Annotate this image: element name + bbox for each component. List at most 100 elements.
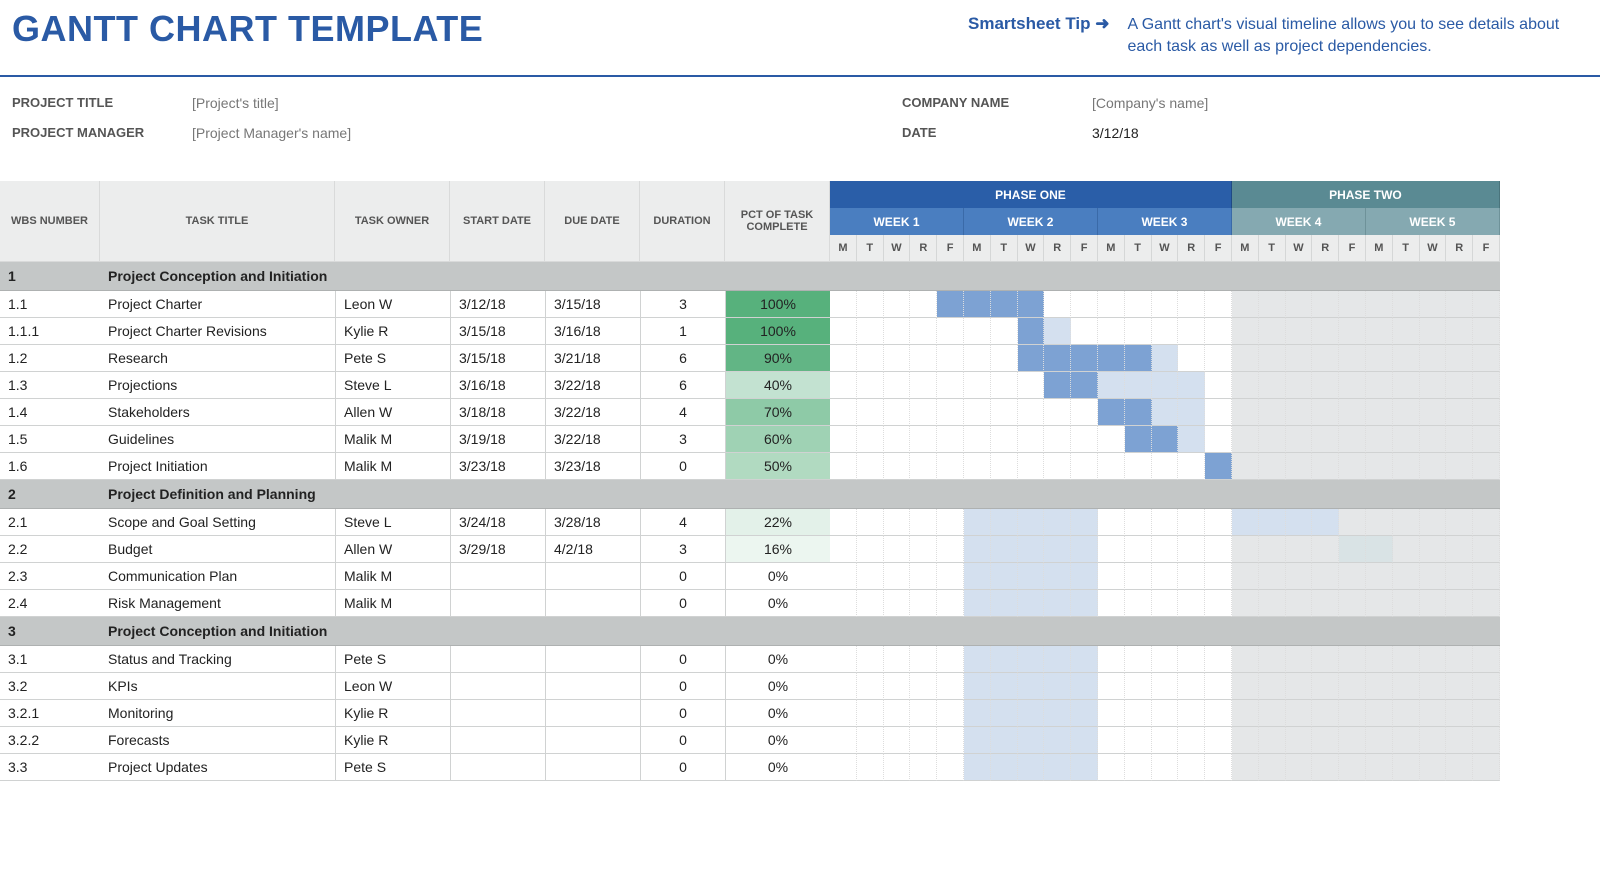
gantt-cell[interactable] (1420, 646, 1447, 673)
gantt-cell[interactable] (830, 754, 857, 781)
gantt-cell[interactable] (1044, 673, 1071, 700)
gantt-cell[interactable] (1339, 727, 1366, 754)
task-start[interactable] (450, 754, 545, 781)
gantt-cell[interactable] (884, 590, 911, 617)
gantt-cell[interactable] (857, 646, 884, 673)
gantt-cell[interactable] (1152, 318, 1179, 345)
task-duration[interactable]: 4 (640, 399, 725, 426)
gantt-cell[interactable] (1339, 318, 1366, 345)
gantt-cell[interactable] (937, 646, 964, 673)
gantt-cell[interactable] (1178, 727, 1205, 754)
date-value[interactable]: 3/12/18 (1092, 125, 1588, 141)
gantt-cell[interactable] (1473, 646, 1500, 673)
gantt-cell[interactable] (937, 318, 964, 345)
gantt-cell[interactable] (1071, 754, 1098, 781)
gantt-cell[interactable] (1259, 509, 1286, 536)
task-due[interactable] (545, 727, 640, 754)
task-duration[interactable]: 0 (640, 754, 725, 781)
gantt-cell[interactable] (1098, 318, 1125, 345)
task-start[interactable]: 3/16/18 (450, 372, 545, 399)
gantt-cell[interactable] (1205, 453, 1232, 480)
gantt-cell[interactable] (1178, 291, 1205, 318)
section-wbs[interactable]: 1 (0, 262, 100, 291)
section-title[interactable]: Project Definition and Planning (100, 480, 830, 509)
task-pct[interactable]: 0% (725, 563, 830, 590)
gantt-cell[interactable] (964, 646, 991, 673)
gantt-cell[interactable] (1393, 754, 1420, 781)
gantt-cell[interactable] (1393, 318, 1420, 345)
gantt-cell[interactable] (1286, 509, 1313, 536)
gantt-cell[interactable] (1152, 727, 1179, 754)
gantt-cell[interactable] (884, 536, 911, 563)
gantt-cell[interactable] (1339, 291, 1366, 318)
gantt-cell[interactable] (1071, 509, 1098, 536)
gantt-cell[interactable] (1446, 646, 1473, 673)
gantt-cell[interactable] (1473, 399, 1500, 426)
gantt-cell[interactable] (1473, 509, 1500, 536)
gantt-cell[interactable] (857, 700, 884, 727)
gantt-cell[interactable] (1259, 345, 1286, 372)
task-duration[interactable]: 0 (640, 453, 725, 480)
task-wbs[interactable]: 3.2 (0, 673, 100, 700)
task-title[interactable]: Stakeholders (100, 399, 335, 426)
gantt-cell[interactable] (1152, 700, 1179, 727)
gantt-cell[interactable] (991, 453, 1018, 480)
gantt-cell[interactable] (1366, 563, 1393, 590)
gantt-cell[interactable] (937, 345, 964, 372)
gantt-cell[interactable] (1098, 372, 1125, 399)
task-owner[interactable]: Pete S (335, 646, 450, 673)
gantt-cell[interactable] (1259, 590, 1286, 617)
gantt-cell[interactable] (1393, 727, 1420, 754)
gantt-cell[interactable] (884, 318, 911, 345)
gantt-cell[interactable] (1071, 291, 1098, 318)
gantt-cell[interactable] (937, 536, 964, 563)
gantt-cell[interactable] (1125, 345, 1152, 372)
gantt-cell[interactable] (1152, 536, 1179, 563)
gantt-cell[interactable] (1018, 291, 1045, 318)
gantt-cell[interactable] (1232, 372, 1259, 399)
gantt-cell[interactable] (1044, 426, 1071, 453)
gantt-cell[interactable] (1393, 345, 1420, 372)
task-title[interactable]: Project Updates (100, 754, 335, 781)
task-wbs[interactable]: 2.3 (0, 563, 100, 590)
gantt-cell[interactable] (830, 399, 857, 426)
gantt-cell[interactable] (964, 700, 991, 727)
company-name-value[interactable]: [Company's name] (1092, 95, 1588, 111)
task-duration[interactable]: 0 (640, 727, 725, 754)
task-title[interactable]: Project Charter Revisions (100, 318, 335, 345)
gantt-cell[interactable] (1098, 727, 1125, 754)
gantt-cell[interactable] (1312, 700, 1339, 727)
gantt-cell[interactable] (1125, 509, 1152, 536)
gantt-cell[interactable] (1205, 536, 1232, 563)
gantt-cell[interactable] (1366, 536, 1393, 563)
gantt-cell[interactable] (1473, 563, 1500, 590)
gantt-cell[interactable] (1125, 536, 1152, 563)
gantt-cell[interactable] (1366, 509, 1393, 536)
gantt-cell[interactable] (1018, 372, 1045, 399)
gantt-cell[interactable] (1473, 453, 1500, 480)
gantt-cell[interactable] (1232, 291, 1259, 318)
gantt-cell[interactable] (1420, 700, 1447, 727)
gantt-cell[interactable] (910, 590, 937, 617)
gantt-cell[interactable] (1044, 509, 1071, 536)
tip-label[interactable]: Smartsheet Tip ➜ (968, 14, 1109, 34)
gantt-cell[interactable] (937, 453, 964, 480)
task-pct[interactable]: 16% (725, 536, 830, 563)
task-start[interactable]: 3/12/18 (450, 291, 545, 318)
gantt-cell[interactable] (964, 536, 991, 563)
gantt-cell[interactable] (1259, 318, 1286, 345)
gantt-cell[interactable] (1205, 646, 1232, 673)
gantt-cell[interactable] (1125, 399, 1152, 426)
gantt-cell[interactable] (1259, 563, 1286, 590)
gantt-cell[interactable] (1286, 426, 1313, 453)
task-start[interactable]: 3/15/18 (450, 318, 545, 345)
gantt-cell[interactable] (884, 727, 911, 754)
task-start[interactable]: 3/23/18 (450, 453, 545, 480)
gantt-cell[interactable] (1473, 536, 1500, 563)
gantt-cell[interactable] (1286, 536, 1313, 563)
gantt-cell[interactable] (1125, 673, 1152, 700)
gantt-cell[interactable] (1125, 700, 1152, 727)
task-pct[interactable]: 0% (725, 727, 830, 754)
task-owner[interactable]: Kylie R (335, 700, 450, 727)
gantt-cell[interactable] (1232, 754, 1259, 781)
